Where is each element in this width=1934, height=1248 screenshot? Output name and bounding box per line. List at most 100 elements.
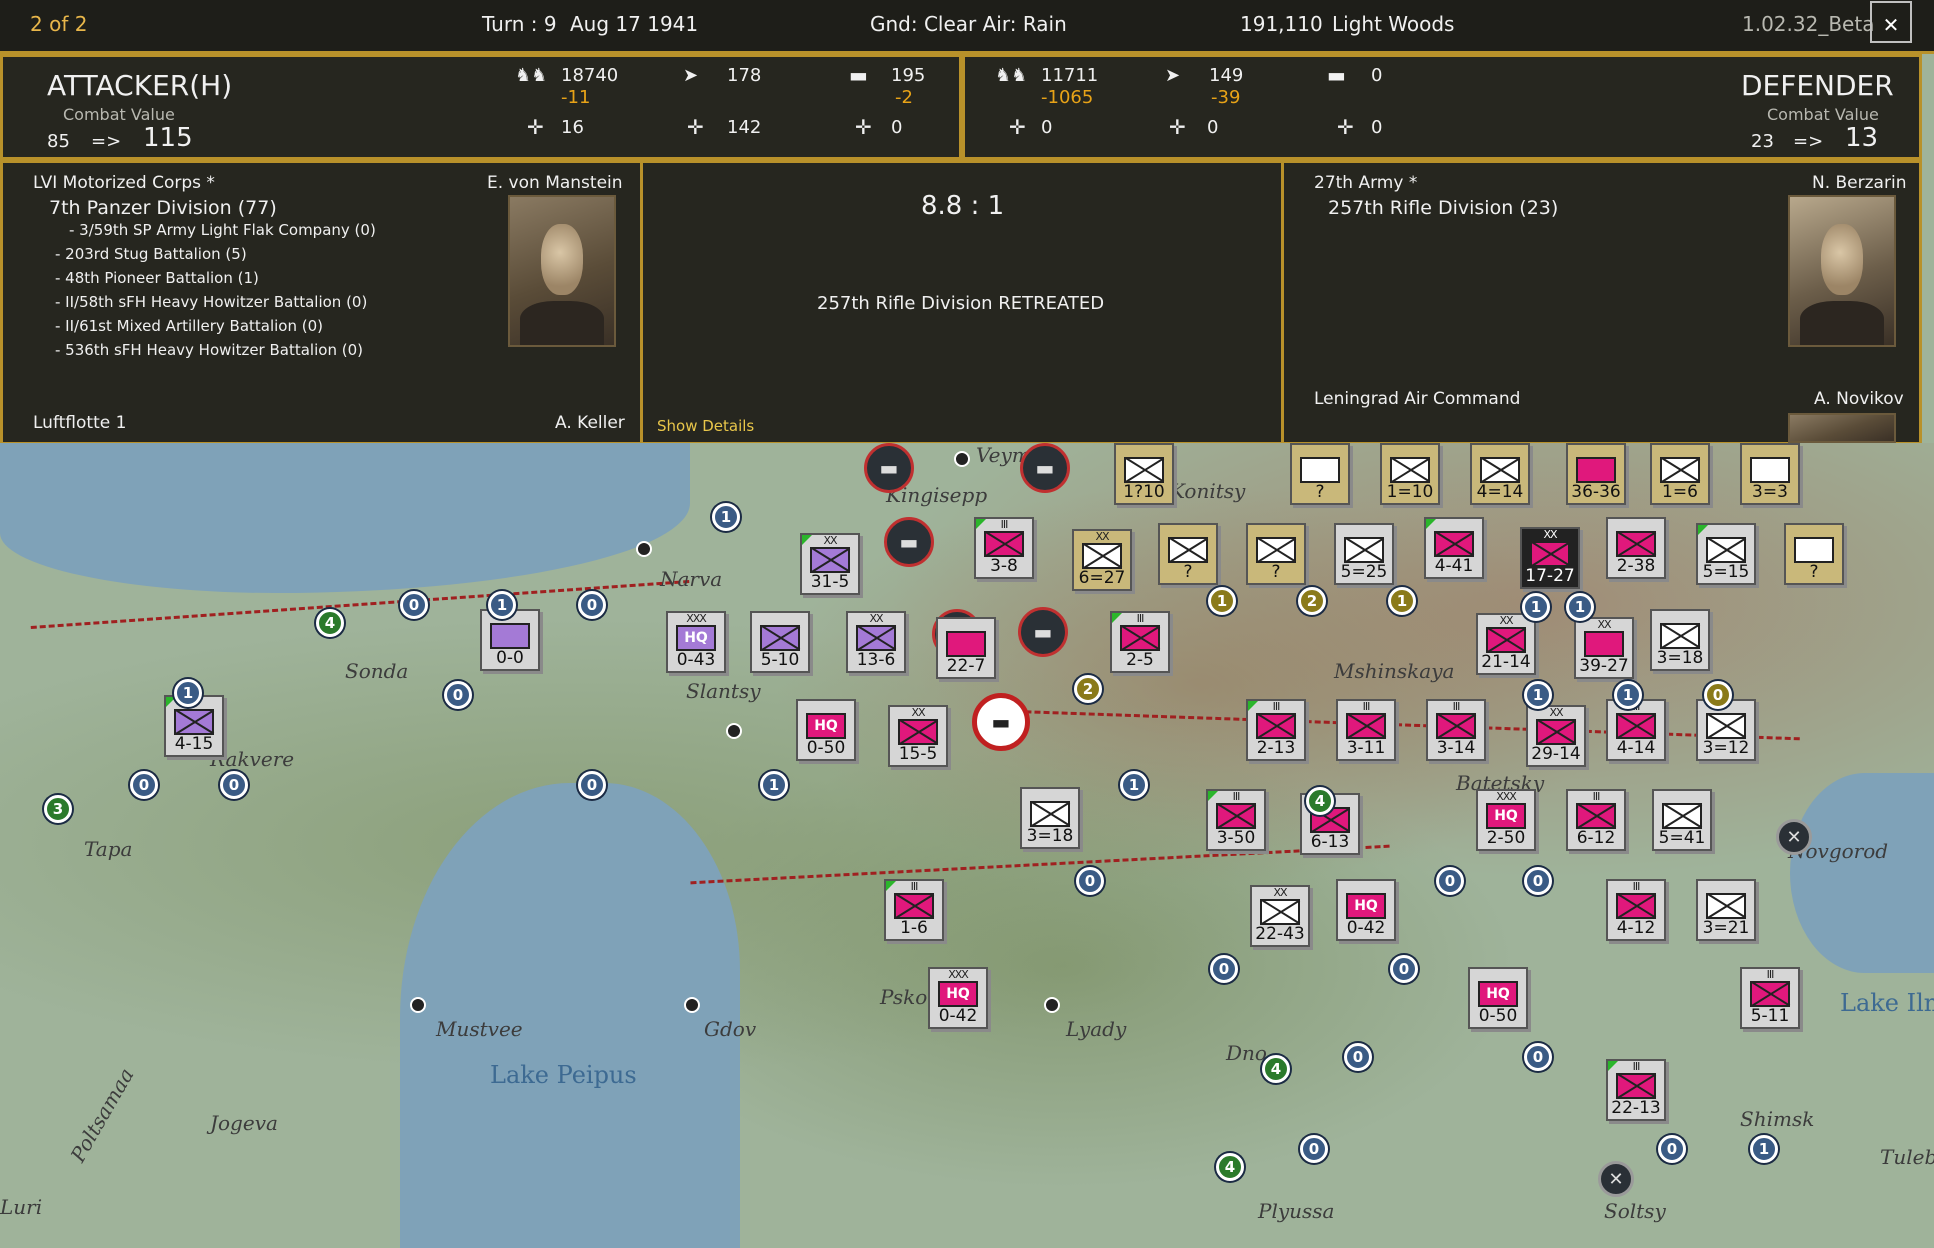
movement-badge[interactable]: 1 [712,503,740,531]
stack-count-badge[interactable]: 4 [316,609,344,637]
unit-counter[interactable]: ? [1246,523,1306,585]
unit-counter[interactable]: 5-10 [750,611,810,673]
movement-badge[interactable]: 0 [1524,867,1552,895]
unit-counter[interactable]: XX 39-27 [1574,617,1634,679]
unit-counter[interactable]: XX 6=27 [1072,529,1132,591]
unit-counter[interactable]: 4-41 [1424,517,1484,579]
movement-badge[interactable]: 1 [1208,587,1236,615]
air-unit-token[interactable]: ▬ [1020,443,1070,493]
unit-counter[interactable]: 0-0 [480,609,540,671]
movement-badge[interactable]: 1 [1750,1135,1778,1163]
attached-unit-3[interactable]: - 48th Pioneer Battalion (1) [55,269,259,287]
city-marker[interactable] [636,541,652,557]
movement-badge[interactable]: 0 [220,771,248,799]
unit-counter[interactable]: 2-38 [1606,517,1666,579]
unit-counter[interactable]: XX 17-27 [1520,527,1580,589]
unit-counter[interactable]: ? [1290,443,1350,505]
unit-counter[interactable]: III 4-14 [1606,699,1666,761]
air-unit-token[interactable]: ▬ [884,517,934,567]
unit-counter[interactable]: XXX HQ 0-42 [928,967,988,1029]
unit-counter[interactable]: 4=14 [1470,443,1530,505]
movement-badge[interactable]: 0 [1076,867,1104,895]
close-button[interactable]: ✕ [1870,1,1912,43]
unit-counter[interactable]: 36-36 [1566,443,1626,505]
unit-counter[interactable]: HQ 0-50 [1468,967,1528,1029]
movement-badge[interactable]: 1 [1388,587,1416,615]
air-unit-token[interactable]: ▬ [1018,607,1068,657]
defender-air-commander-portrait[interactable] [1788,413,1896,443]
defender-division[interactable]: 257th Rifle Division (23) [1328,197,1558,219]
movement-badge[interactable]: 1 [1522,593,1550,621]
unit-counter[interactable]: XX 29-14 [1526,705,1586,767]
movement-badge[interactable]: 0 [1524,1043,1552,1071]
unit-counter[interactable]: XX 13-6 [846,611,906,673]
attacker-corps[interactable]: LVI Motorized Corps * [33,173,215,193]
attached-unit-1[interactable]: - 3/59th SP Army Light Flak Company (0) [69,221,376,239]
unit-counter[interactable]: III 3-11 [1336,699,1396,761]
movement-badge[interactable]: 1 [760,771,788,799]
movement-badge[interactable]: 1 [1120,771,1148,799]
movement-badge[interactable]: 0 [1658,1135,1686,1163]
defender-commander-portrait[interactable] [1788,195,1896,347]
air-unit-token[interactable]: ▬ [864,443,914,493]
unit-counter[interactable]: 3=21 [1696,879,1756,941]
movement-badge[interactable]: 1 [174,679,202,707]
movement-badge[interactable]: 2 [1298,587,1326,615]
stack-count-badge[interactable]: 4 [1262,1055,1290,1083]
defender-army[interactable]: 27th Army * [1314,173,1417,193]
unit-counter[interactable]: XXX HQ 2-50 [1476,789,1536,851]
unit-counter[interactable]: 3=18 [1650,609,1710,671]
movement-badge[interactable]: 0 [1704,681,1732,709]
city-marker[interactable] [684,997,700,1013]
unit-counter[interactable]: XX 22-43 [1250,885,1310,947]
movement-badge[interactable]: 0 [1436,867,1464,895]
unit-counter[interactable]: ? [1158,523,1218,585]
unit-counter[interactable]: HQ 0-50 [796,699,856,761]
movement-badge[interactable]: 0 [578,771,606,799]
movement-badge[interactable]: 0 [1390,955,1418,983]
attached-unit-6[interactable]: - 536th sFH Heavy Howitzer Battalion (0) [55,341,363,359]
unit-counter[interactable]: XX 31-5 [800,533,860,595]
attached-unit-5[interactable]: - II/61st Mixed Artillery Battalion (0) [55,317,323,335]
unit-counter[interactable]: 3=12 [1696,699,1756,761]
unit-counter[interactable]: XXX HQ 0-43 [666,611,726,673]
unit-counter[interactable]: HQ 0-42 [1336,879,1396,941]
unit-counter[interactable]: 5=41 [1652,789,1712,851]
unit-counter[interactable]: XX 21-14 [1476,613,1536,675]
city-marker[interactable] [1044,997,1060,1013]
unit-counter[interactable]: ? [1784,523,1844,585]
unit-counter[interactable]: III 22-13 [1606,1059,1666,1121]
unit-counter[interactable]: 5=25 [1334,523,1394,585]
hex-map[interactable]: Kingisepp Narva Sonda Slantsy Rakvere Ta… [0,443,1934,1248]
selected-combat-token[interactable]: ▬ [972,693,1030,751]
blocked-icon[interactable]: ✕ [1776,819,1812,855]
stack-count-badge[interactable]: 3 [44,795,72,823]
attached-unit-4[interactable]: - II/58th sFH Heavy Howitzer Battalion (… [55,293,367,311]
stack-count-badge[interactable]: 4 [1306,787,1334,815]
movement-badge[interactable]: 0 [444,681,472,709]
stack-count-badge[interactable]: 4 [1216,1153,1244,1181]
unit-counter[interactable]: III 3-8 [974,517,1034,579]
unit-counter[interactable]: 5=15 [1696,523,1756,585]
show-details-link[interactable]: Show Details [657,417,754,435]
movement-badge[interactable]: 1 [1566,593,1594,621]
unit-counter[interactable]: III 5-11 [1740,967,1800,1029]
unit-counter[interactable]: III 2-5 [1110,611,1170,673]
movement-badge[interactable]: 0 [130,771,158,799]
blocked-icon[interactable]: ✕ [1598,1161,1634,1197]
city-marker[interactable] [954,451,970,467]
unit-counter[interactable]: III 2-13 [1246,699,1306,761]
movement-badge[interactable]: 0 [1344,1043,1372,1071]
unit-counter[interactable]: 1=6 [1650,443,1710,505]
movement-badge[interactable]: 1 [488,591,516,619]
unit-counter[interactable]: 22-7 [936,617,996,679]
movement-badge[interactable]: 0 [400,591,428,619]
movement-badge[interactable]: 1 [1614,681,1642,709]
city-marker[interactable] [726,723,742,739]
unit-counter[interactable]: III 3-14 [1426,699,1486,761]
movement-badge[interactable]: 0 [578,591,606,619]
defender-air-command[interactable]: Leningrad Air Command [1314,389,1520,409]
movement-badge[interactable]: 2 [1074,675,1102,703]
attacker-division[interactable]: 7th Panzer Division (77) [49,197,277,219]
unit-counter[interactable]: 1=10 [1380,443,1440,505]
